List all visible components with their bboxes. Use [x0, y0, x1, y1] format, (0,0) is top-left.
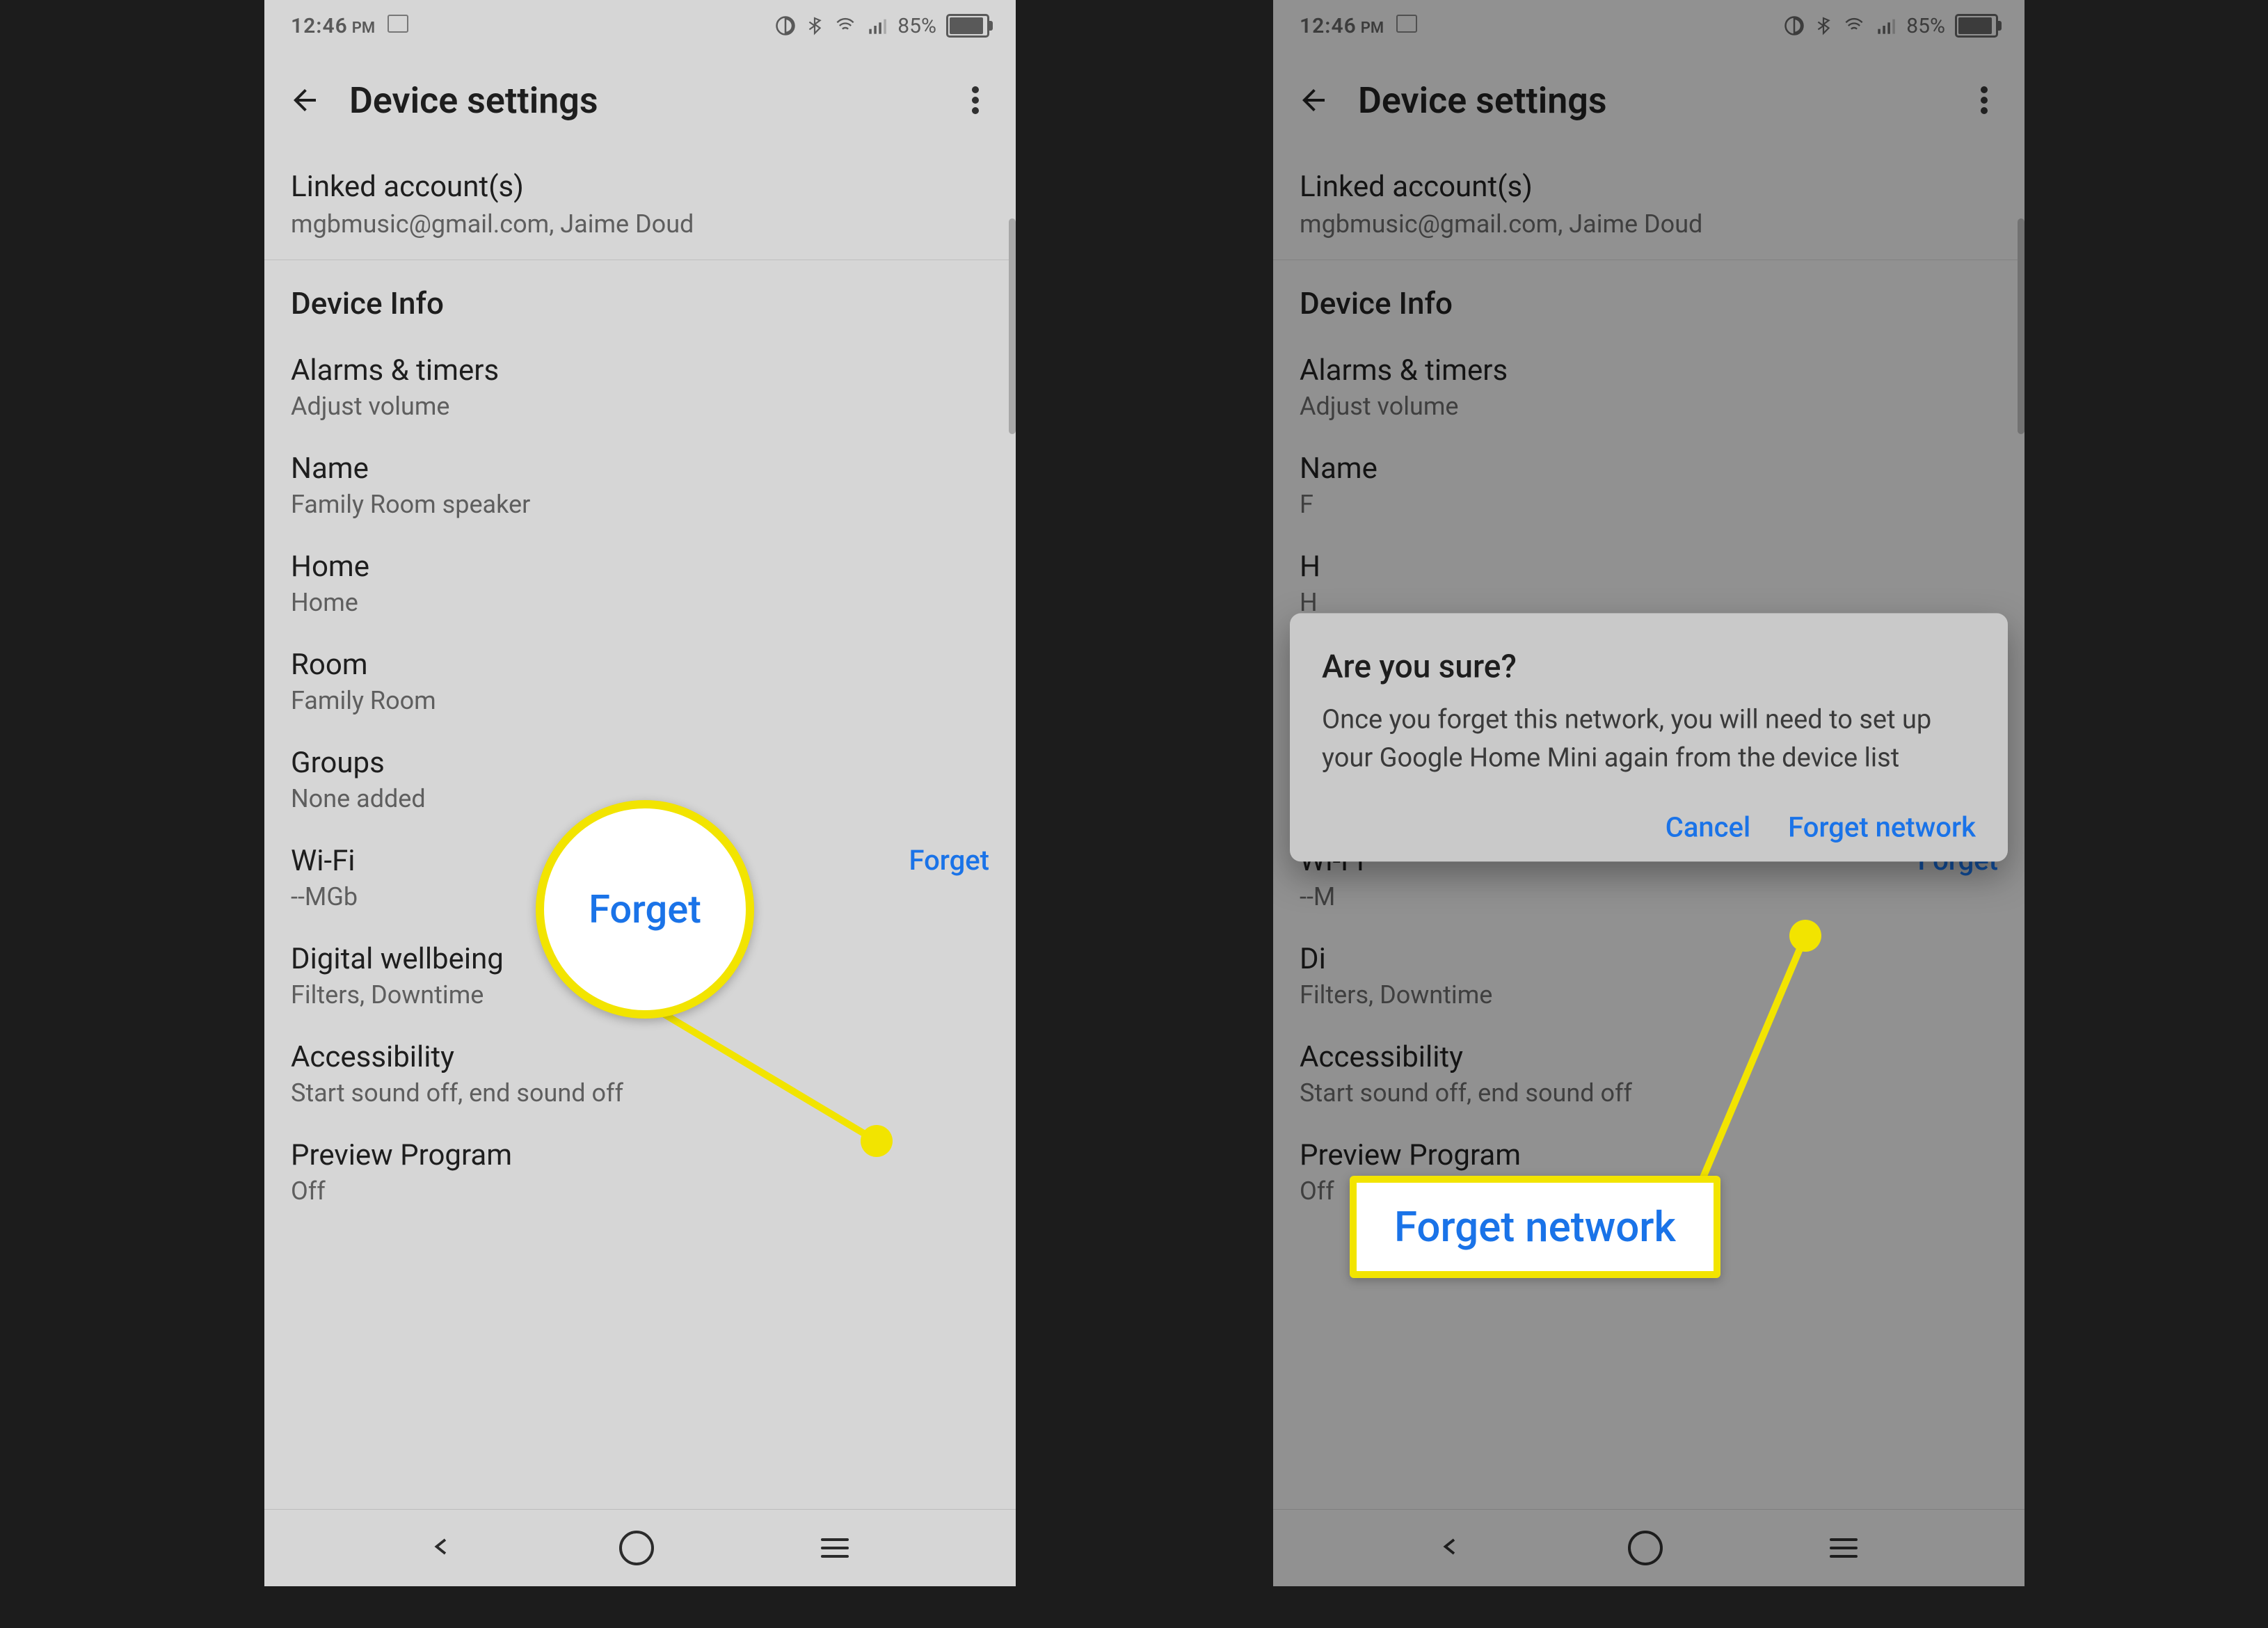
- home-row[interactable]: Home Home: [264, 534, 1016, 632]
- dialog-cancel-button[interactable]: Cancel: [1666, 811, 1750, 844]
- status-bar: 12:46 PM 85%: [264, 0, 1016, 51]
- digital-wellbeing-row[interactable]: Digital wellbeing Filters, Downtime: [264, 927, 1016, 1025]
- dialog-title: Are you sure?: [1322, 648, 1976, 686]
- navigation-bar: [264, 1509, 1016, 1586]
- preview-program-row[interactable]: Preview Program Off: [264, 1123, 1016, 1221]
- name-row[interactable]: Name Family Room speaker: [264, 436, 1016, 534]
- overflow-menu-button[interactable]: [955, 79, 996, 121]
- bluetooth-icon: [806, 15, 824, 37]
- groups-row[interactable]: Groups None added: [264, 731, 1016, 829]
- accessibility-row[interactable]: Accessibility Start sound off, end sound…: [264, 1025, 1016, 1123]
- room-row[interactable]: Room Family Room: [264, 632, 1016, 731]
- nav-back-button[interactable]: [431, 1531, 452, 1565]
- nfc-icon: [775, 15, 796, 36]
- linked-accounts-value: mgbmusic@gmail.com, Jaime Doud: [291, 209, 989, 239]
- page-title: Device settings: [349, 79, 955, 122]
- linked-accounts-label: Linked account(s): [291, 170, 989, 204]
- status-time: 12:46: [291, 14, 348, 38]
- nav-recents-button[interactable]: [821, 1538, 849, 1558]
- settings-content: Linked account(s) mgbmusic@gmail.com, Ja…: [264, 149, 1016, 1510]
- battery-percent: 85%: [897, 14, 936, 38]
- wifi-row[interactable]: Wi-Fi --MGb Forget: [264, 829, 1016, 927]
- device-info-header: Device Info: [264, 260, 1016, 338]
- app-bar: Device settings: [264, 51, 1016, 149]
- battery-icon: [946, 14, 989, 38]
- back-button[interactable]: [284, 79, 326, 121]
- canvas: 12:46 PM 85% Device settings: [0, 0, 2268, 1628]
- status-ampm: PM: [352, 19, 375, 37]
- alarms-timers-row[interactable]: Alarms & timers Adjust volume: [264, 338, 1016, 436]
- confirm-dialog: Are you sure? Once you forget this netwo…: [1290, 614, 2008, 862]
- phone-screenshot-right: 12:46 PM 85% Device settings: [1273, 0, 2025, 1586]
- dialog-body: Once you forget this network, you will n…: [1322, 701, 1976, 778]
- wifi-forget-link[interactable]: Forget: [909, 844, 989, 877]
- status-card-icon: [388, 15, 408, 33]
- linked-accounts-row[interactable]: Linked account(s) mgbmusic@gmail.com, Ja…: [264, 149, 1016, 260]
- signal-icon: [867, 16, 888, 35]
- scrollbar-thumb[interactable]: [1009, 218, 1016, 434]
- nav-home-button[interactable]: [619, 1531, 654, 1565]
- dialog-confirm-button[interactable]: Forget network: [1788, 811, 1976, 844]
- wifi-icon: [833, 16, 857, 35]
- phone-screenshot-left: 12:46 PM 85% Device settings: [264, 0, 1016, 1586]
